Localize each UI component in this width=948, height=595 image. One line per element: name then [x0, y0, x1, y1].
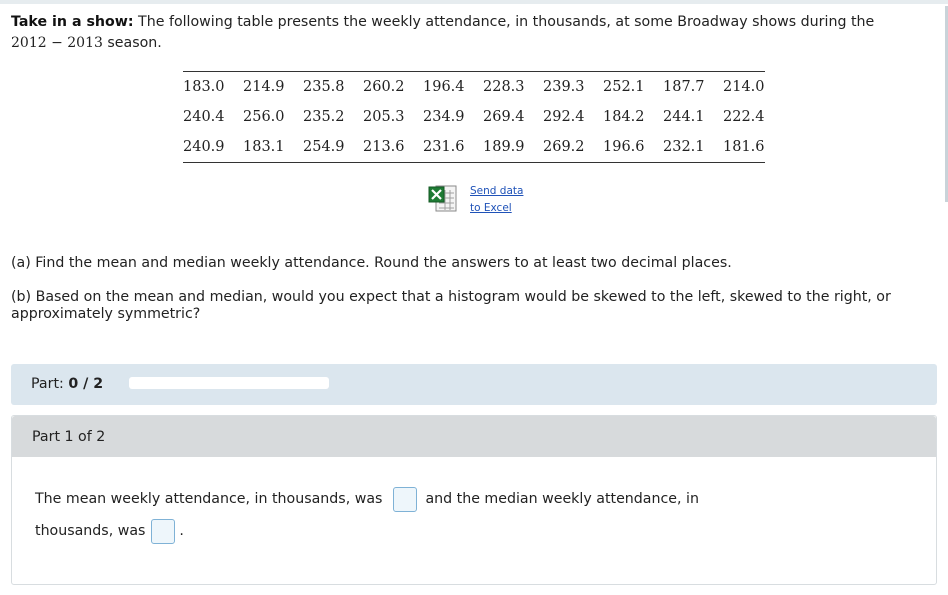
table-cell: 205.3 [363, 109, 405, 125]
question-b: (b) Based on the mean and median, would … [11, 289, 911, 323]
mean-input[interactable] [392, 486, 417, 512]
question-b-line2: approximately symmetric? [11, 306, 201, 322]
table-cell: 196.6 [603, 139, 645, 155]
median-sentence-end: thousands, was [35, 523, 146, 539]
table-cell: 239.3 [543, 79, 585, 95]
table-cell: 184.2 [603, 109, 645, 125]
table-cell: 234.9 [423, 109, 465, 125]
table-cell: 231.6 [423, 139, 465, 155]
send-data-link[interactable]: Send data to Excel [470, 183, 523, 217]
table-cell: 228.3 [483, 79, 525, 95]
table-cell: 240.4 [183, 109, 225, 125]
problem-statement: Take in a show: The following table pres… [11, 12, 911, 54]
table-cell: 269.2 [543, 139, 585, 155]
median-input[interactable] [151, 518, 176, 544]
part-count: 0 / 2 [68, 376, 104, 392]
table-row: 240.4 256.0 235.2 205.3 234.9 269.4 292.4 184.2… [183, 102, 765, 132]
table-cell: 189.9 [483, 139, 525, 155]
table-cell: 181.6 [723, 139, 765, 155]
table-cell: 214.0 [723, 79, 765, 95]
part-progress-bar: Part: 0 / 2 [11, 364, 937, 405]
question-b-line1: (b) Based on the mean and median, would … [11, 289, 891, 305]
problem-text: The following table presents the weekly … [138, 14, 875, 30]
question-a: (a) Find the mean and median weekly atte… [11, 255, 732, 271]
part-label: Part: [31, 376, 64, 392]
part-header: Part 1 of 2 [12, 416, 936, 457]
sentence-period: . [179, 523, 184, 539]
table-cell: 214.9 [243, 79, 285, 95]
part-card: Part 1 of 2 The mean weekly attendance, … [11, 415, 937, 585]
table-cell: 252.1 [603, 79, 645, 95]
send-to-excel[interactable]: Send data to Excel [428, 183, 523, 217]
table-cell: 183.1 [243, 139, 285, 155]
send-data-link-line1[interactable]: Send data [470, 183, 523, 200]
table-cell: 269.4 [483, 109, 525, 125]
table-cell: 292.4 [543, 109, 585, 125]
progress-track [129, 377, 329, 389]
table-cell: 232.1 [663, 139, 705, 155]
season-years: 2012 − 2013 [11, 35, 103, 51]
table-row: 183.0 214.9 235.8 260.2 196.4 228.3 239.3 252.1… [183, 72, 765, 103]
table-cell: 196.4 [423, 79, 465, 95]
table-row: 240.9 183.1 254.9 213.6 231.6 189.9 269.2 196.6… [183, 132, 765, 163]
table-cell: 213.6 [363, 139, 405, 155]
excel-icon[interactable] [428, 183, 458, 213]
table-cell: 235.8 [303, 79, 345, 95]
table-cell: 240.9 [183, 139, 225, 155]
table-cell: 222.4 [723, 109, 765, 125]
table-cell: 244.1 [663, 109, 705, 125]
send-data-link-line2[interactable]: to Excel [470, 200, 523, 217]
attendance-table: 183.0 214.9 235.8 260.2 196.4 228.3 239.3 252.1… [183, 71, 765, 163]
part-header-label: Part 1 of 2 [32, 429, 106, 445]
table-cell: 183.0 [183, 79, 225, 95]
mean-sentence: The mean weekly attendance, in thousands… [35, 491, 383, 507]
answer-area: The mean weekly attendance, in thousands… [35, 483, 735, 547]
table-cell: 260.2 [363, 79, 405, 95]
top-divider [0, 0, 948, 4]
table-cell: 235.2 [303, 109, 345, 125]
season-word: season. [107, 35, 162, 51]
part-progress-label: Part: 0 / 2 [31, 376, 103, 392]
table-cell: 256.0 [243, 109, 285, 125]
problem-title: Take in a show: [11, 14, 134, 30]
table-cell: 254.9 [303, 139, 345, 155]
median-sentence-start: and the median weekly attendance, in [425, 491, 699, 507]
table-cell: 187.7 [663, 79, 705, 95]
